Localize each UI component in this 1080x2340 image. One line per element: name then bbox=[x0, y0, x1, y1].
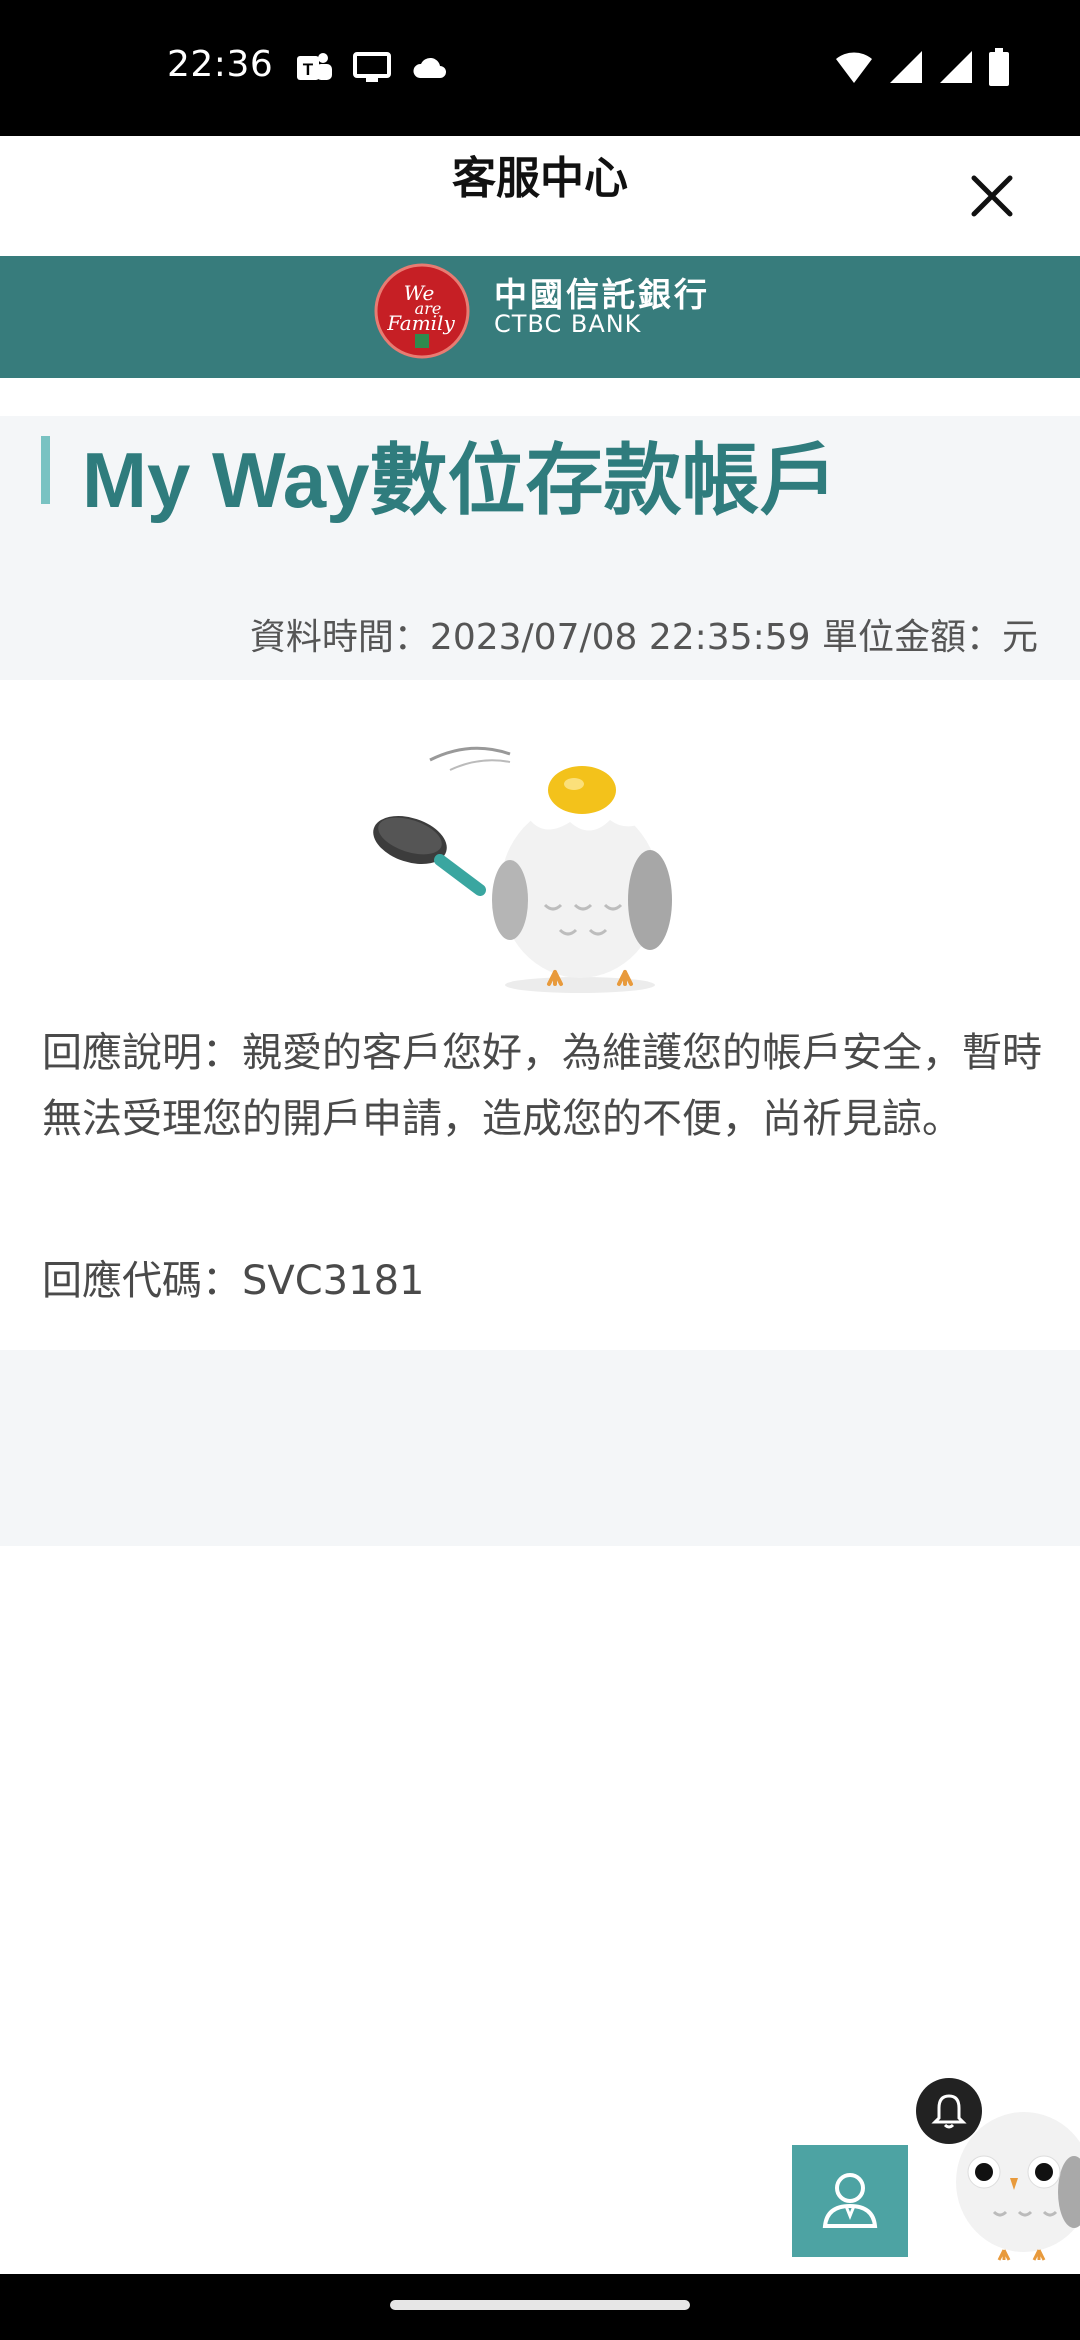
svg-text:Family: Family bbox=[386, 311, 455, 335]
signal-icon bbox=[888, 49, 924, 85]
page-title: 客服中心 bbox=[452, 153, 628, 204]
response-message: 回應說明：親愛的客戶您好，為維護您的帳戶安全，暫時無法受理您的開戶申請，造成您的… bbox=[42, 1030, 1042, 1142]
customer-service-button[interactable] bbox=[792, 2145, 908, 2257]
customer-service-icon bbox=[822, 2173, 878, 2228]
data-timestamp: 資料時間：2023/07/08 22:35:59 單位金額：元 bbox=[249, 617, 1038, 658]
cast-icon bbox=[352, 48, 392, 88]
teams-icon: T bbox=[294, 48, 334, 88]
home-indicator[interactable] bbox=[390, 2300, 690, 2310]
heading-accent-bar bbox=[41, 436, 50, 504]
battery-icon bbox=[988, 48, 1010, 86]
owl-frying-pan-illustration bbox=[370, 740, 710, 1004]
status-left-icons: T bbox=[294, 48, 450, 88]
product-title: My Way數位存款帳戶 bbox=[82, 436, 838, 524]
wifi-icon bbox=[834, 49, 874, 85]
bell-icon bbox=[931, 2094, 967, 2129]
brand-name-en: CTBC BANK bbox=[494, 310, 642, 338]
brand-name-zh: 中國信託銀行 bbox=[494, 275, 710, 314]
response-code: 回應代碼：SVC3181 bbox=[42, 1258, 425, 1304]
notification-button[interactable] bbox=[916, 2078, 982, 2144]
cloud-icon bbox=[410, 48, 450, 88]
footer-panel bbox=[0, 1350, 1080, 1546]
status-bar: 22:36 T bbox=[0, 0, 1080, 136]
ctbc-logo: We are Family bbox=[373, 262, 471, 364]
close-icon bbox=[971, 175, 1013, 217]
signal-icon bbox=[938, 49, 974, 85]
status-time: 22:36 bbox=[167, 44, 274, 85]
close-button[interactable] bbox=[962, 166, 1022, 226]
svg-text:T: T bbox=[303, 60, 314, 79]
status-right-icons bbox=[834, 48, 1010, 86]
